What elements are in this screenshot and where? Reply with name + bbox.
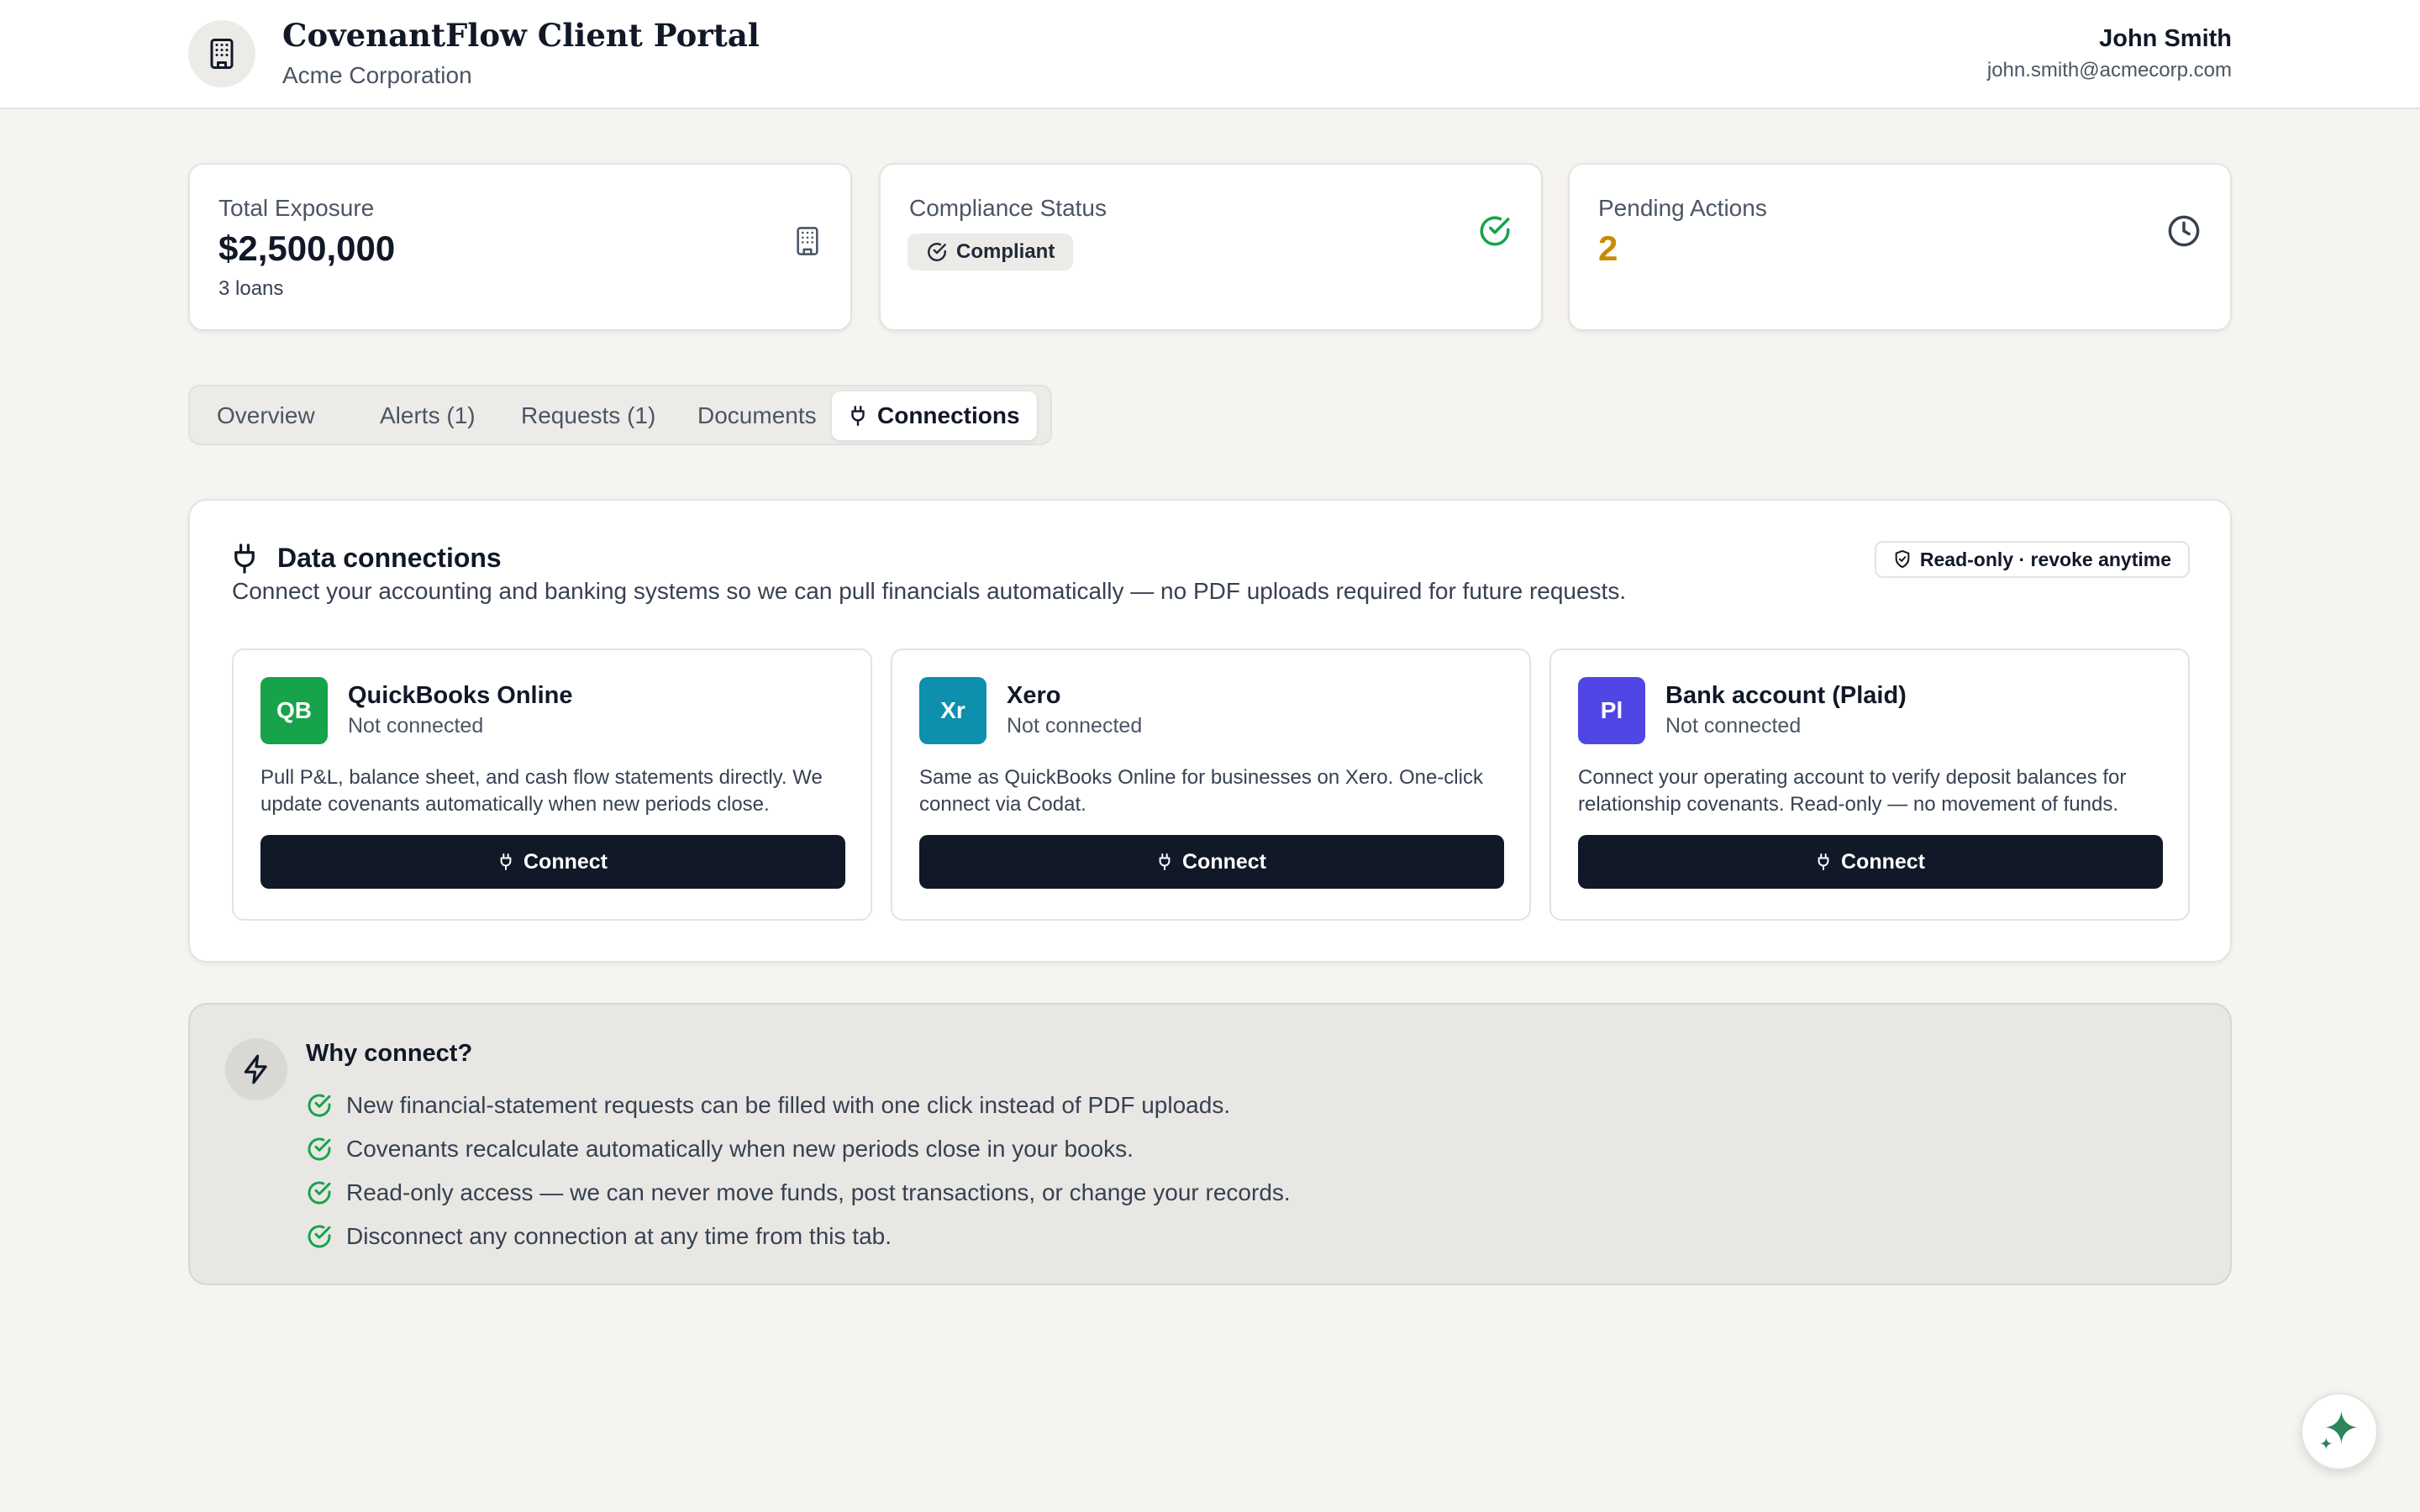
xero-status: Not connected — [1007, 714, 1143, 738]
why-connect-box: Why connect? New financial-statement req… — [188, 1003, 2232, 1285]
tab-overview[interactable]: Overview — [200, 391, 332, 440]
sparkle-icon — [2315, 1407, 2364, 1456]
total-exposure-label: Total Exposure — [218, 195, 375, 221]
top-header: CovenantFlow Client Portal Acme Corporat… — [0, 0, 2420, 109]
xero-connect-button[interactable]: Connect — [919, 835, 1504, 889]
why-connect-list: New financial-statement requests can be … — [306, 1084, 1291, 1258]
xero-logo: Xr — [919, 677, 986, 744]
quickbooks-status: Not connected — [348, 714, 484, 738]
quickbooks-logo: QB — [260, 677, 328, 744]
check-circle-icon — [306, 1136, 333, 1163]
compliant-badge: Compliant — [908, 234, 1074, 270]
tab-documents[interactable]: Documents — [681, 391, 834, 440]
user-name[interactable]: John Smith — [2099, 25, 2232, 53]
building-icon — [188, 20, 255, 87]
plaid-description: Connect your operating account to verify… — [1578, 766, 2127, 816]
plaid-connect-button[interactable]: Connect — [1578, 835, 2163, 889]
tab-connections-label: Connections — [877, 402, 1020, 428]
read-only-badge: Read-only · revoke anytime — [1874, 541, 2190, 578]
quickbooks-name: QuickBooks Online — [348, 682, 573, 709]
tab-alerts[interactable]: Alerts (1) — [363, 391, 492, 440]
plug-icon — [1157, 853, 1172, 871]
assistant-button[interactable] — [2301, 1393, 2378, 1470]
plaid-name: Bank account (Plaid) — [1665, 682, 1907, 709]
tab-connections[interactable]: Connections — [832, 391, 1037, 440]
app-title: CovenantFlow Client Portal — [282, 17, 760, 54]
check-circle-icon — [306, 1092, 333, 1119]
plug-icon — [498, 853, 513, 871]
plaid-card: Pl Bank account (Plaid) Not connected Co… — [1549, 648, 2190, 921]
xero-description: Same as QuickBooks Online for businesses… — [919, 766, 1483, 816]
list-item: Disconnect any connection at any time fr… — [306, 1215, 1291, 1258]
plug-icon — [849, 405, 867, 427]
data-connections-description: Connect your accounting and banking syst… — [232, 578, 1627, 604]
total-exposure-value: $2,500,000 — [218, 228, 396, 268]
pending-actions-card: Pending Actions 2 — [1568, 163, 2232, 331]
quickbooks-connect-button[interactable]: Connect — [260, 835, 845, 889]
lightning-icon — [225, 1038, 287, 1100]
compliance-status-card: Compliance Status Compliant — [879, 163, 1543, 331]
connect-button-label: Connect — [523, 849, 608, 874]
compliant-badge-label: Compliant — [956, 240, 1055, 263]
check-circle-icon — [1477, 213, 1512, 249]
quickbooks-card: QB QuickBooks Online Not connected Pull … — [232, 648, 872, 921]
plug-icon — [232, 543, 257, 575]
xero-card: Xr Xero Not connected Same as QuickBooks… — [891, 648, 1531, 921]
xero-name: Xero — [1007, 682, 1061, 709]
plug-icon — [1816, 853, 1831, 871]
list-item: Read-only access — we can never move fun… — [306, 1171, 1291, 1215]
list-item: New financial-statement requests can be … — [306, 1084, 1291, 1127]
check-circle-icon — [306, 1179, 333, 1206]
pending-actions-value: 2 — [1598, 228, 1618, 268]
user-email: john.smith@acmecorp.com — [1986, 59, 2232, 81]
plaid-status: Not connected — [1665, 714, 1802, 738]
loan-count: 3 loans — [218, 277, 284, 300]
shield-icon — [1893, 549, 1912, 570]
tab-requests[interactable]: Requests (1) — [504, 391, 672, 440]
clock-icon — [2166, 213, 2202, 249]
list-item-text: Disconnect any connection at any time fr… — [346, 1223, 892, 1249]
compliance-status-label: Compliance Status — [909, 195, 1107, 221]
total-exposure-card: Total Exposure $2,500,000 3 loans — [188, 163, 852, 331]
building-icon — [793, 225, 822, 257]
why-connect-title: Why connect? — [306, 1040, 473, 1067]
check-circle-icon — [306, 1223, 333, 1250]
pending-actions-label: Pending Actions — [1598, 195, 1767, 221]
connect-button-label: Connect — [1841, 849, 1925, 874]
plaid-logo: Pl — [1578, 677, 1645, 744]
data-connections-title: Data connections — [277, 543, 502, 573]
tab-bar: Overview Alerts (1) Requests (1) Documen… — [188, 385, 1052, 445]
connect-button-label: Connect — [1182, 849, 1266, 874]
data-connections-panel: Data connections Connect your accounting… — [188, 499, 2232, 963]
list-item-text: New financial-statement requests can be … — [346, 1092, 1231, 1118]
read-only-badge-label: Read-only · revoke anytime — [1919, 548, 2171, 570]
list-item: Covenants recalculate automatically when… — [306, 1127, 1291, 1171]
quickbooks-description: Pull P&L, balance sheet, and cash flow s… — [260, 766, 823, 816]
list-item-text: Read-only access — we can never move fun… — [346, 1179, 1291, 1205]
check-circle-icon — [926, 241, 948, 263]
company-name: Acme Corporation — [282, 62, 472, 88]
list-item-text: Covenants recalculate automatically when… — [346, 1136, 1134, 1162]
